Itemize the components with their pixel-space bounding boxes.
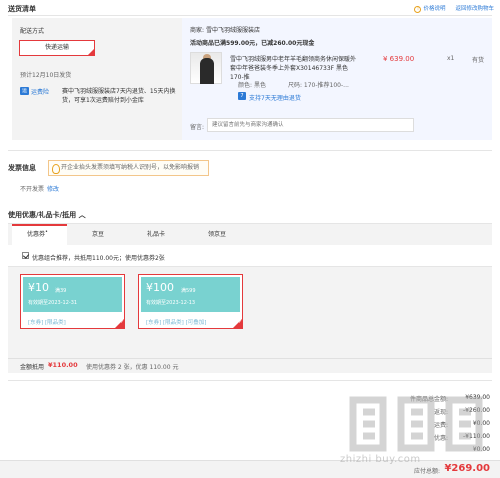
invoice-edit-link[interactable]: 修改 xyxy=(47,184,59,193)
coupon-card[interactable]: ¥100 满599 有效期至2023-12-13 [东券] [限品类] [可叠加… xyxy=(138,274,243,329)
selected-check-icon xyxy=(233,319,242,328)
tab-get-jingdou[interactable]: 领京豆 xyxy=(208,229,226,238)
price-info-label: 价格说明 xyxy=(423,6,446,12)
product-qty: x1 xyxy=(447,55,455,62)
tab-coupons-label: 优惠券 xyxy=(27,231,46,238)
selected-check-icon xyxy=(115,319,124,328)
coupon-card[interactable]: ¥10 满39 有效期至2023-12-31 [东券] [限品类] xyxy=(20,274,125,329)
seller-label: 商家: xyxy=(190,27,205,34)
color-value: 黑色 xyxy=(253,82,266,89)
shipping-insurance-label[interactable]: 运费险 xyxy=(31,87,49,96)
promo-saved: 260.00元现金 xyxy=(273,40,315,47)
coupon-amount: ¥10 xyxy=(28,281,49,294)
shipping-panel xyxy=(12,18,182,140)
seller-name[interactable]: 雪中飞羽绒服服装店 xyxy=(206,27,260,34)
combo-checkbox[interactable] xyxy=(22,252,29,259)
tab-coupons[interactable]: 优惠券• xyxy=(27,229,48,238)
invoice-tip: 开企业抬头发票须填写纳税人识别号，以免影响报销 xyxy=(48,160,209,176)
coupon-condition: 满599 xyxy=(181,288,196,294)
product-color: 颜色: 黑色 xyxy=(238,80,266,89)
product-size: 尺码: 170-推荐100-... xyxy=(288,80,349,89)
coupon-section-toggle[interactable]: 使用优惠/礼品卡/抵用 ︿ xyxy=(8,210,86,220)
coupon-tags: [东券] [限品类] xyxy=(28,320,66,326)
memo-label: 留言: xyxy=(190,124,205,131)
coupon-condition: 满39 xyxy=(55,288,67,294)
coupon-tab-bar xyxy=(8,223,492,245)
info-icon: ! xyxy=(414,6,422,13)
chevron-up-icon: ︿ xyxy=(78,211,86,219)
divider xyxy=(8,15,492,16)
shipping-eta: 预计12月10日发货 xyxy=(20,72,72,79)
promo-line: 活动商品已满599.00元，已减260.00元现金 xyxy=(190,38,314,47)
coupon-section-title: 使用优惠/礼品卡/抵用 xyxy=(8,211,77,219)
promo-threshold: 599.00元，已减 xyxy=(226,40,274,47)
coupon-valid-date: 有效期至2023-12-31 xyxy=(28,300,78,306)
tab-marker: • xyxy=(45,229,48,235)
promo-label: 活动商品已满 xyxy=(190,40,227,47)
invoice-title: 发票信息 xyxy=(8,164,36,172)
shipping-insurance-icon: 运 xyxy=(20,87,29,95)
discount-label: 金额抵用 xyxy=(20,364,45,371)
total-label: 应付总额: xyxy=(413,468,440,475)
size-value: 170-推荐100-... xyxy=(303,82,349,89)
shipping-label: 配送方式 xyxy=(20,28,45,35)
divider xyxy=(8,380,492,381)
product-stock: 有货 xyxy=(472,57,485,64)
coupon-valid-date: 有效期至2023-12-13 xyxy=(146,300,196,306)
discount-value: ¥110.00 xyxy=(48,361,78,369)
product-name[interactable]: 雪中飞羽绒服男中老年羊毛翻领商务休闲保暖外套中年爸爸装冬季上外套X3014673… xyxy=(230,55,360,82)
divider xyxy=(8,150,492,151)
shipping-method-button[interactable]: 快递运输 xyxy=(19,40,95,56)
return-policy-text: 支持7天无理由退货 xyxy=(249,95,301,102)
combo-text: 优惠组合推荐，共抵用110.00元；使用优惠券2张 xyxy=(32,255,165,262)
seller-line: 商家: 雪中飞羽绒服服装店 xyxy=(190,25,260,34)
discount-bar xyxy=(8,358,492,373)
watermark-logo xyxy=(349,396,483,452)
total-value: ¥269.00 xyxy=(444,463,490,474)
invoice-value: 不开发票 xyxy=(20,186,45,193)
watermark-text: zhizhi buy.com xyxy=(340,454,421,465)
memo-input[interactable] xyxy=(207,118,414,132)
discount-detail: 使用优惠券 2 张，优惠 110.00 元 xyxy=(86,364,179,371)
price-info-link[interactable]: ! 价格说明 xyxy=(414,4,445,13)
return-policy-icon: 7 xyxy=(238,92,246,100)
shipping-insurance-desc: 赛中飞羽绒服服装店7天内退货、15天内换货，可享1次运费赔付到小金库 xyxy=(62,88,176,104)
product-price: ¥ 639.00 xyxy=(383,55,415,63)
color-label: 颜色: xyxy=(238,82,253,89)
product-attributes: 颜色: 黑色 尺码: 170-推荐100-... xyxy=(238,80,349,89)
back-to-cart-link[interactable]: 返回修改购物车 xyxy=(455,4,494,13)
tab-jingdou[interactable]: 京豆 xyxy=(92,229,104,238)
header-links: ! 价格说明 返回修改购物车 xyxy=(414,4,494,13)
size-label: 尺码: xyxy=(287,82,302,89)
tab-gift-card[interactable]: 礼品卡 xyxy=(147,229,165,238)
product-image[interactable] xyxy=(190,52,222,84)
coupon-tags: [东券] [限品类] [可叠加] xyxy=(146,320,207,326)
page-title: 送货清单 xyxy=(8,5,36,13)
coupon-amount: ¥100 xyxy=(146,281,174,294)
